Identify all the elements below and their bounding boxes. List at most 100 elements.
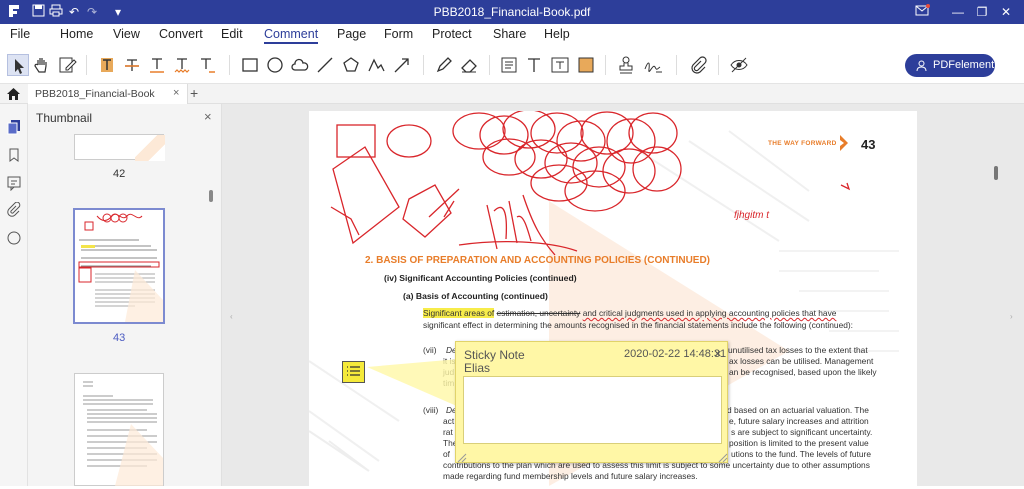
arrow-icon[interactable] xyxy=(391,54,413,76)
menu-file[interactable]: File xyxy=(10,27,30,41)
item-viii-line-2: e, future salary increases and attrition xyxy=(729,416,869,426)
menu-page[interactable]: Page xyxy=(337,27,366,41)
attachment-icon[interactable] xyxy=(687,54,709,76)
menu-view[interactable]: View xyxy=(113,27,140,41)
text-box-icon[interactable] xyxy=(549,54,571,76)
thumbnail-label-42: 42 xyxy=(113,168,126,180)
document-tab-bar: PBB2018_Financial-Book × + xyxy=(0,84,1024,104)
subsection-a: (a) Basis of Accounting (continued) xyxy=(403,291,548,301)
area-highlight-icon[interactable] xyxy=(575,54,597,76)
edit-note-icon[interactable] xyxy=(56,54,78,76)
menu-comment[interactable]: Comment xyxy=(264,27,319,44)
item-viii-line-1: d based on an actuarial valuation. The xyxy=(727,405,869,415)
thumbnail-label-43: 43 xyxy=(113,332,126,344)
thumbnail-page-43[interactable] xyxy=(73,208,165,324)
thumbnail-panel: Thumbnail × 42 43 xyxy=(28,104,222,486)
thumbnail-panel-title: Thumbnail xyxy=(36,111,93,125)
polyline-icon[interactable] xyxy=(365,54,387,76)
cloud-icon[interactable] xyxy=(289,54,311,76)
new-tab-icon[interactable]: + xyxy=(190,85,198,101)
pdfelement-label: PDFelement xyxy=(933,59,995,71)
hand-tool-icon[interactable] xyxy=(31,54,53,76)
close-tab-icon[interactable]: × xyxy=(173,87,179,99)
menu-home[interactable]: Home xyxy=(60,27,93,41)
restore-icon[interactable]: ❐ xyxy=(974,4,990,20)
squiggly-text[interactable]: and critical judgments used in applying … xyxy=(583,308,837,318)
title-bar: ↶ ↷ ▾ PBB2018_Financial-Book.pdf — ❐ ✕ xyxy=(0,0,1024,24)
thumbnail-scrollbar-thumb[interactable] xyxy=(209,190,213,202)
item-vii-line-3: an be recognised, based upon the likely xyxy=(729,367,877,377)
home-icon[interactable] xyxy=(6,86,21,104)
collapse-right-icon[interactable]: › xyxy=(1010,312,1013,321)
menu-protect[interactable]: Protect xyxy=(432,27,472,41)
sticky-note-connector xyxy=(367,359,459,407)
squiggly-icon[interactable] xyxy=(171,54,193,76)
document-tab-label: PBB2018_Financial-Book xyxy=(35,88,155,100)
search-panel-icon[interactable] xyxy=(6,230,22,246)
sticky-note-popup[interactable]: Sticky Note Elias 2020-02-22 14:48:31 × xyxy=(455,341,728,463)
strikethrough-text[interactable]: estimation, uncertainty xyxy=(497,308,581,318)
toolbar-separator xyxy=(86,55,87,75)
window-title: PBB2018_Financial-Book.pdf xyxy=(433,5,591,19)
menu-edit[interactable]: Edit xyxy=(221,27,243,41)
sticky-note-icon[interactable] xyxy=(342,361,365,383)
item-viii-line-3-start: rat xyxy=(443,427,453,437)
close-panel-icon[interactable]: × xyxy=(204,109,212,124)
document-scrollbar-thumb[interactable] xyxy=(994,166,998,180)
menu-share[interactable]: Share xyxy=(493,27,526,41)
item-viii-line-3: s are subject to significant uncertainty… xyxy=(731,427,873,437)
highlight-icon[interactable] xyxy=(96,54,118,76)
paragraph-line-2: significant effect in determining the am… xyxy=(423,320,854,330)
signature-icon[interactable] xyxy=(642,54,664,76)
strikethrough-icon[interactable] xyxy=(121,54,143,76)
comment-panel-icon[interactable] xyxy=(6,175,22,192)
document-tab[interactable]: PBB2018_Financial-Book × xyxy=(28,84,188,104)
line-icon[interactable] xyxy=(314,54,336,76)
menu-help[interactable]: Help xyxy=(544,27,570,41)
bookmark-icon[interactable] xyxy=(6,147,22,163)
menu-convert[interactable]: Convert xyxy=(159,27,203,41)
hide-comments-icon[interactable] xyxy=(728,54,750,76)
item-viii-line-5-start: of xyxy=(443,449,450,459)
sticky-note-title: Sticky Note xyxy=(464,348,525,362)
sticky-note-date: 2020-02-22 14:48:31 xyxy=(624,348,727,360)
sticky-note-textarea[interactable] xyxy=(463,376,722,444)
rectangle-icon[interactable] xyxy=(239,54,261,76)
toolbar-separator xyxy=(605,55,606,75)
section-heading: 2. BASIS OF PREPARATION AND ACCOUNTING P… xyxy=(365,255,711,266)
collapse-left-icon[interactable]: ‹ xyxy=(230,312,233,321)
user-icon xyxy=(916,60,927,71)
minimize-icon[interactable]: — xyxy=(950,4,966,20)
close-window-icon[interactable]: ✕ xyxy=(998,4,1014,20)
item-viii-line-5: utions to the fund. The levels of future xyxy=(731,449,871,459)
pdfelement-account-button[interactable]: PDFelement xyxy=(905,54,995,77)
underline-icon[interactable] xyxy=(146,54,168,76)
typewriter-icon[interactable] xyxy=(523,54,545,76)
toolbar-separator xyxy=(676,55,677,75)
comment-toolbar: PDFelement xyxy=(0,46,1024,84)
eraser-icon[interactable] xyxy=(458,54,480,76)
paragraph-significant-areas: Significant areas of estimation, uncerta… xyxy=(423,308,883,319)
polygon-icon[interactable] xyxy=(340,54,362,76)
attachment-panel-icon[interactable] xyxy=(6,201,22,218)
sticky-note-close-icon[interactable]: × xyxy=(714,346,722,361)
sticky-note-tool-icon[interactable] xyxy=(498,54,520,76)
sticky-note-resize-handles[interactable] xyxy=(456,452,729,464)
item-vii-line-1: unutilised tax losses to the extent that xyxy=(728,345,868,355)
thumbnail-page-44[interactable] xyxy=(74,373,164,486)
pencil-icon[interactable] xyxy=(433,54,455,76)
mail-icon[interactable] xyxy=(914,4,930,20)
handwritten-note: fjhgitm t xyxy=(734,210,770,221)
insert-text-icon[interactable] xyxy=(196,54,218,76)
subsection-iv: (iv) Significant Accounting Policies (co… xyxy=(384,273,577,283)
stamp-icon[interactable] xyxy=(615,54,637,76)
menu-form[interactable]: Form xyxy=(384,27,413,41)
menu-bar: File Home View Convert Edit Comment Page… xyxy=(0,24,1024,46)
select-tool-icon[interactable] xyxy=(7,54,29,76)
highlighted-text[interactable]: Significant areas of xyxy=(423,308,495,318)
item-viii-line-4: position is limited to the present value xyxy=(729,438,869,448)
oval-icon[interactable] xyxy=(264,54,286,76)
toolbar-separator xyxy=(423,55,424,75)
thumbnail-page-42[interactable] xyxy=(74,134,165,161)
thumbnail-panel-icon[interactable] xyxy=(6,119,22,135)
